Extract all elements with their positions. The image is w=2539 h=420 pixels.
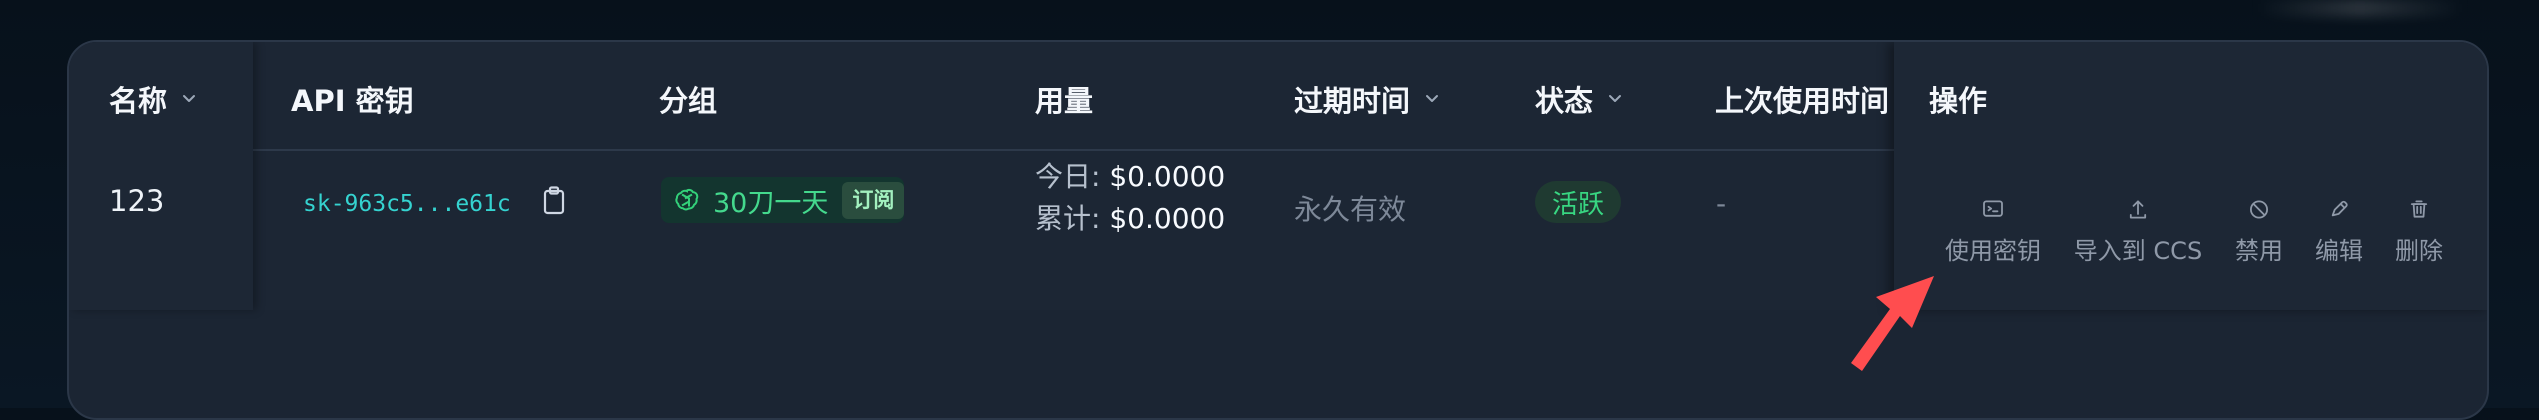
header-api-key-label: API 密钥 [291, 84, 414, 118]
header-usage-label: 用量 [1035, 84, 1094, 118]
usage-today-label: 今日: [1035, 160, 1101, 193]
row-name: 123 [109, 184, 165, 218]
status-badge: 活跃 [1535, 181, 1621, 223]
last-used-value: - [1716, 187, 1727, 220]
api-keys-table-panel: 名称 API 密钥 分组 用量 过期时间 状态 上次使用时间 操作 123 sk… [67, 40, 2489, 420]
trash-icon [2410, 200, 2428, 218]
disable-button[interactable]: 禁用 [2231, 196, 2287, 266]
usage-today: 今日: $0.0000 [1035, 155, 1225, 195]
delete-button[interactable]: 删除 [2391, 196, 2447, 266]
annotation-arrow [1851, 276, 1934, 371]
chevron-down-icon [1426, 95, 1439, 102]
ban-icon [2250, 200, 2268, 219]
group-label: 30刀一天 [713, 187, 829, 219]
header-name[interactable]: 名称 [109, 78, 199, 120]
header-last-used: 上次使用时间 [1715, 78, 1889, 120]
header-api-key: API 密钥 [291, 78, 414, 120]
import-ccs-label: 导入到 CCS [2073, 237, 2203, 265]
usage-total: 累计: $0.0000 [1035, 197, 1225, 237]
header-status-label: 状态 [1535, 84, 1594, 118]
disable-label: 禁用 [2235, 237, 2283, 265]
header-usage: 用量 [1035, 78, 1093, 120]
header-group-label: 分组 [659, 84, 718, 118]
top-glow [2255, 0, 2465, 16]
header-status[interactable]: 状态 [1535, 78, 1625, 120]
header-actions: 操作 [1929, 78, 1987, 120]
usage-total-label: 累计: [1035, 202, 1101, 235]
delete-label: 删除 [2395, 237, 2443, 265]
openai-icon [675, 188, 699, 211]
header-actions-label: 操作 [1929, 84, 1988, 118]
chevron-down-icon [1609, 95, 1622, 102]
header-name-label: 名称 [109, 84, 168, 118]
use-key-label: 使用密钥 [1945, 237, 2041, 265]
import-ccs-button[interactable]: 导入到 CCS [2067, 196, 2209, 266]
edit-label: 编辑 [2315, 237, 2363, 265]
api-key-value: sk-963c5...e61c [303, 191, 511, 217]
usage-today-value: $0.0000 [1109, 160, 1226, 193]
upload-icon [2129, 200, 2147, 219]
expiry-value: 永久有效 [1294, 193, 1407, 226]
chevron-down-icon [183, 95, 196, 102]
header-expiry[interactable]: 过期时间 [1294, 78, 1442, 120]
use-key-button[interactable]: 使用密钥 [1939, 196, 2047, 266]
terminal-icon [1983, 200, 2003, 217]
edit-icon [2331, 200, 2348, 217]
header-group: 分组 [659, 78, 717, 120]
edit-button[interactable]: 编辑 [2311, 196, 2367, 266]
row-actions: 使用密钥 导入到 CCS 禁用 编辑 删除 [1939, 196, 2459, 266]
header-expiry-label: 过期时间 [1294, 84, 1411, 118]
usage-total-value: $0.0000 [1109, 202, 1226, 235]
header-last-used-label: 上次使用时间 [1715, 84, 1890, 118]
clipboard-icon[interactable] [540, 185, 568, 217]
group-chip: 30刀一天 订阅 [661, 177, 905, 223]
subscription-badge: 订阅 [842, 181, 905, 219]
